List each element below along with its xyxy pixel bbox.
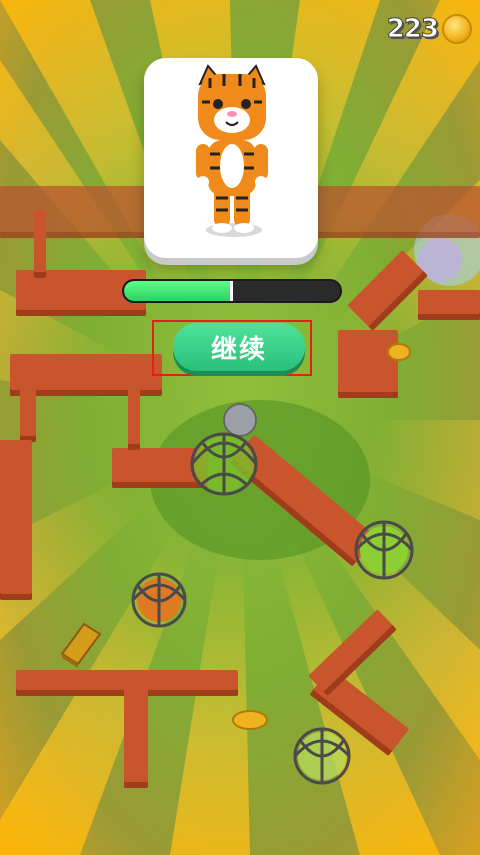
tiger-character-icon (196, 64, 268, 237)
coin-icon (387, 343, 411, 361)
cage-icon (293, 727, 351, 785)
maze-wall (128, 378, 140, 450)
maze-wall (124, 688, 148, 788)
coin-counter: 223 (386, 14, 472, 45)
maze-wall (418, 290, 480, 320)
cage-icon (190, 403, 258, 496)
progress-fill (124, 281, 230, 301)
maze-wall (34, 210, 46, 278)
cage-icon (131, 572, 187, 628)
maze-wall (20, 378, 36, 442)
continue-button[interactable]: 继续 (173, 323, 305, 371)
gold-coin-icon (442, 14, 472, 44)
game-scene: 223 继续 (0, 0, 480, 855)
coin-icon (232, 710, 268, 730)
cage-icon (354, 520, 414, 580)
progress-divider (229, 281, 233, 301)
maze-wall (0, 440, 32, 600)
coin-count: 223 (386, 14, 439, 45)
progress-bar (122, 279, 342, 303)
gold-bar-icon (60, 622, 102, 668)
character-card (144, 58, 318, 258)
